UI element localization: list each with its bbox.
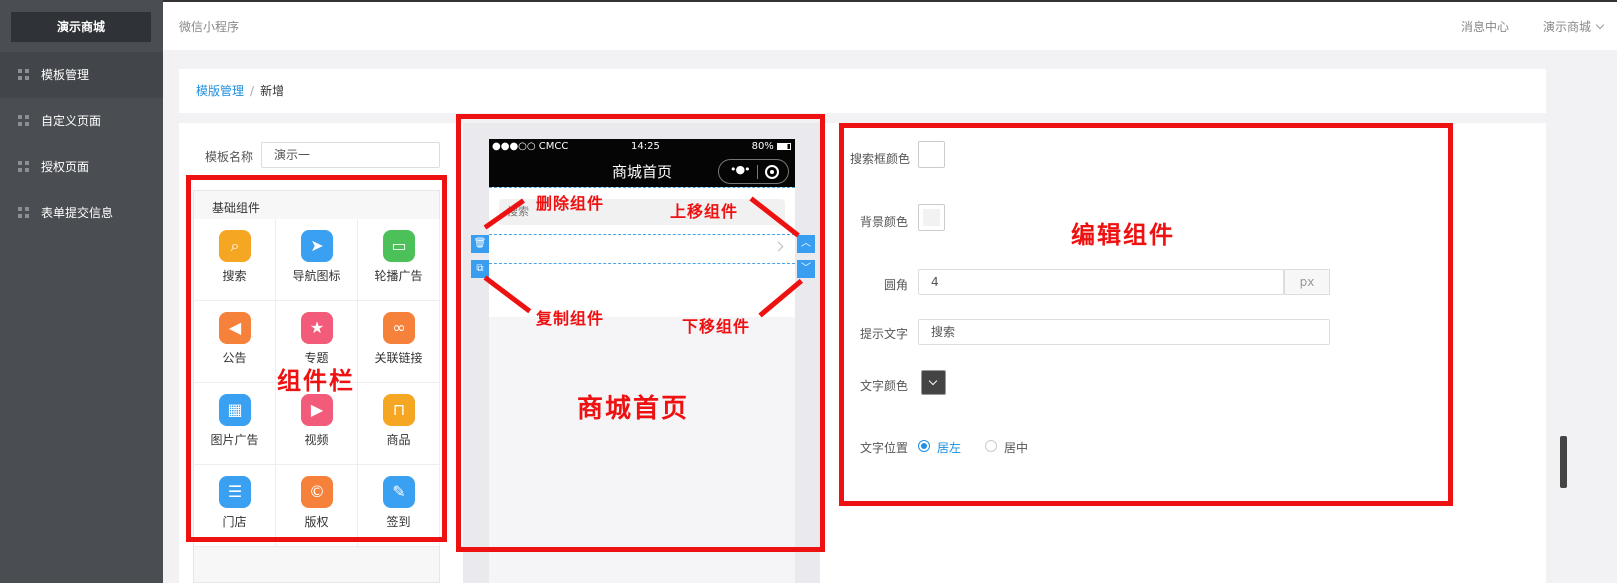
sidebar-item-label: 授权页面 (41, 160, 90, 174)
sidebar-item-template-management[interactable]: 模板管理 (0, 52, 163, 98)
top-bar: 微信小程序 消息中心 演示商城 (163, 0, 1617, 50)
annotation-component-bar: 组件栏 (277, 367, 355, 395)
sidebar-item-form-submissions[interactable]: 表单提交信息 (0, 190, 163, 236)
grid-icon (18, 115, 29, 126)
annotation-delete: 删除组件 (536, 194, 605, 213)
sidebar: 演示商城 模板管理 自定义页面 授权页面 表单提交信息 (0, 0, 163, 583)
annotation-box-mall-home (456, 114, 825, 552)
grid-icon (18, 207, 29, 218)
grid-icon (18, 69, 29, 80)
annotation-move-down: 下移组件 (682, 317, 751, 336)
breadcrumb-template-management[interactable]: 模版管理 (196, 84, 244, 98)
breadcrumb-current: 新增 (260, 84, 285, 98)
annotation-move-up: 上移组件 (670, 202, 739, 221)
sidebar-item-label: 自定义页面 (41, 114, 102, 128)
annotation-copy: 复制组件 (536, 309, 605, 328)
sidebar-item-auth-page[interactable]: 授权页面 (0, 144, 163, 190)
breadcrumb: 模版管理 / 新增 (179, 69, 1546, 113)
sidebar-item-label: 表单提交信息 (41, 206, 114, 220)
sidebar-item-label: 模板管理 (41, 68, 90, 82)
user-menu[interactable]: 演示商城 (1542, 2, 1605, 52)
annotation-box-component-bar (186, 175, 447, 542)
annotation-box-edit-component (839, 123, 1453, 506)
brand-logo[interactable]: 演示商城 (11, 12, 151, 42)
annotation-mall-home: 商城首页 (577, 394, 690, 424)
scrollbar-thumb[interactable] (1560, 436, 1567, 488)
template-name-input[interactable]: 演示一 (261, 142, 440, 168)
template-name-label: 模板名称 (205, 150, 254, 164)
user-name: 演示商城 (1542, 20, 1591, 34)
sidebar-item-custom-page[interactable]: 自定义页面 (0, 98, 163, 144)
message-center-link[interactable]: 消息中心 (1461, 2, 1509, 52)
app-title: 微信小程序 (179, 20, 240, 34)
annotation-edit-component: 编辑组件 (1071, 221, 1175, 249)
grid-icon (18, 161, 29, 172)
breadcrumb-separator: / (250, 84, 255, 98)
chevron-down-icon (1595, 20, 1605, 30)
